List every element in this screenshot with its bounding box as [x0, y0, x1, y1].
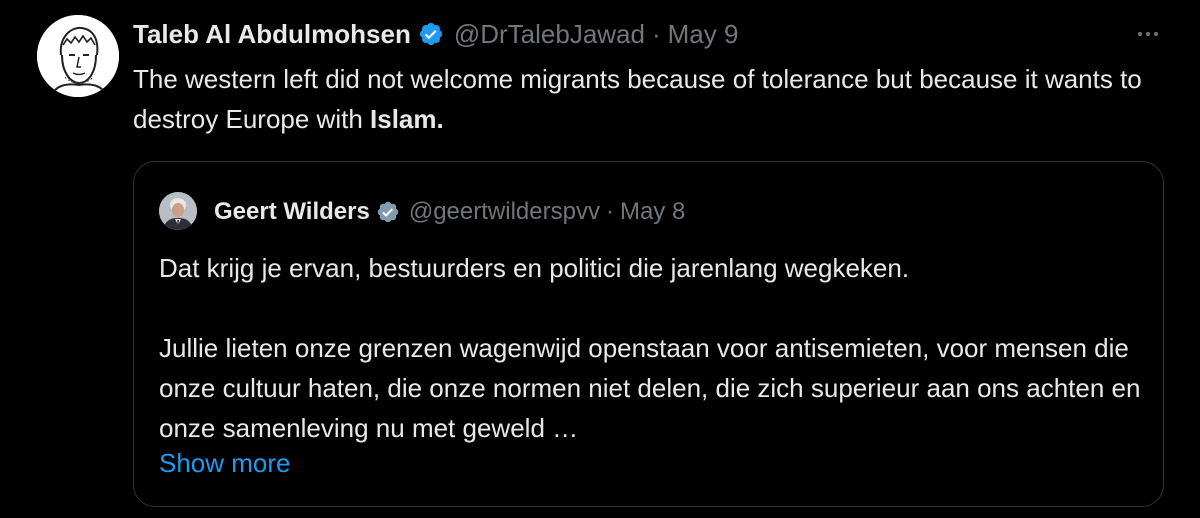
tweet-text-body: The western left did not welcome migrant… — [133, 64, 1142, 134]
quoted-author-avatar[interactable] — [159, 192, 197, 230]
ellipsis-icon — [1146, 32, 1150, 36]
quoted-paragraph: Dat krijg je ervan, bestuurders en polit… — [159, 253, 910, 283]
ellipsis-icon — [1154, 32, 1158, 36]
quoted-tweet-card[interactable]: Geert Wilders @geertwilderspvv · May 8 D… — [133, 161, 1164, 507]
tweet-date[interactable]: May 9 — [668, 19, 739, 50]
quoted-tweet-date[interactable]: May 8 — [620, 198, 685, 226]
author-name[interactable]: Taleb Al Abdulmohsen — [133, 19, 411, 50]
portrait-photo-icon — [159, 192, 197, 230]
author-avatar[interactable] — [37, 15, 119, 97]
tweet-text-bold[interactable]: Islam. — [370, 104, 444, 134]
quoted-author-name[interactable]: Geert Wilders — [214, 198, 370, 226]
author-handle[interactable]: @DrTalebJawad — [454, 19, 645, 50]
quoted-tweet-header: Geert Wilders @geertwilderspvv · May 8 — [214, 193, 685, 231]
tweet-header: Taleb Al Abdulmohsen @DrTalebJawad · May… — [133, 14, 738, 54]
separator-dot: · — [651, 18, 661, 49]
verified-government-badge-icon[interactable] — [376, 200, 400, 224]
quoted-tweet-text: Dat krijg je ervan, bestuurders en polit… — [159, 248, 1149, 448]
more-options-button[interactable] — [1130, 20, 1166, 48]
separator-dot: · — [605, 198, 614, 225]
tweet[interactable]: Taleb Al Abdulmohsen @DrTalebJawad · May… — [0, 0, 1200, 518]
quoted-author-handle[interactable]: @geertwilderspvv — [409, 198, 600, 226]
show-more-link[interactable]: Show more — [159, 443, 291, 483]
quoted-paragraph: Jullie lieten onze grenzen wagenwijd ope… — [159, 333, 1141, 443]
ellipsis-icon — [1138, 32, 1142, 36]
sketch-portrait-icon — [37, 15, 119, 97]
verified-badge-icon[interactable] — [418, 21, 444, 47]
tweet-text: The western left did not welcome migrant… — [133, 59, 1153, 139]
